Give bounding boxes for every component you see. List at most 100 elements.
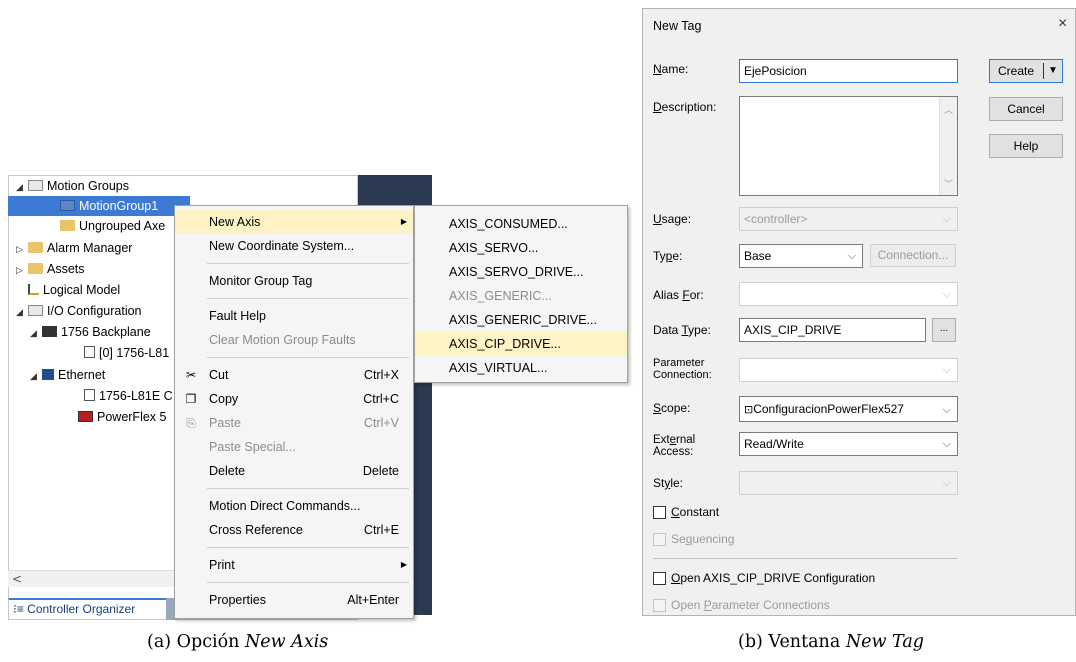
- module-icon: [84, 346, 95, 358]
- logical-model-icon: [28, 284, 39, 295]
- external-access-label: External Access:: [653, 434, 696, 458]
- constant-checkbox[interactable]: [653, 506, 666, 519]
- data-type-browse-button[interactable]: ...: [932, 318, 956, 342]
- chevron-down-icon: ⌵: [942, 477, 951, 489]
- scroll-left-icon[interactable]: <: [12, 571, 24, 588]
- usage-select[interactable]: <controller> ⌵: [739, 207, 958, 231]
- constant-label: Constant: [671, 505, 720, 519]
- scope-select[interactable]: ⊡ConfiguracionPowerFlex527 ⌵: [739, 396, 958, 422]
- tab-controller-organizer[interactable]: ⁝≡ Controller Organizer: [8, 598, 168, 620]
- motion-group-icon: [60, 200, 75, 211]
- menu-item-print[interactable]: Print ▶: [175, 553, 413, 577]
- tree-item-assets[interactable]: ▷ Assets: [16, 259, 85, 279]
- submenu-item-axis-consumed[interactable]: AXIS_CONSUMED...: [415, 212, 627, 236]
- menu-item-copy[interactable]: ❐ Copy Ctrl+C: [175, 387, 413, 411]
- parameter-connection-select[interactable]: ⌵: [739, 358, 958, 382]
- open-configuration-label: Open AXIS_CIP_DRIVE Configuration: [671, 571, 876, 585]
- tree-item-1756-l81[interactable]: [0] 1756-L81: [84, 343, 178, 363]
- tree-item-logical-model[interactable]: Logical Model: [28, 280, 120, 300]
- menu-separator: [207, 357, 409, 358]
- tree-item-1756-l81e[interactable]: 1756-L81E C: [84, 386, 178, 406]
- type-select[interactable]: Base ⌵: [739, 244, 863, 268]
- menu-separator: [207, 582, 409, 583]
- description-scrollbar[interactable]: ︿ ﹀: [939, 97, 957, 195]
- collapse-arrow-icon[interactable]: ◢: [30, 323, 42, 342]
- collapse-arrow-icon[interactable]: ◢: [16, 177, 28, 196]
- menu-item-cross-reference[interactable]: Cross Reference Ctrl+E: [175, 518, 413, 542]
- connection-button[interactable]: Connection...: [870, 244, 956, 267]
- split-divider: [1043, 63, 1044, 79]
- tree-item-ungrouped-axes[interactable]: Ungrouped Axe: [60, 216, 178, 236]
- submenu-item-axis-generic[interactable]: AXIS_GENERIC...: [415, 284, 627, 308]
- description-label: Description:: [653, 100, 717, 114]
- menu-item-clear-motion-group-faults[interactable]: Clear Motion Group Faults: [175, 328, 413, 352]
- menu-item-new-coordinate-system[interactable]: New Coordinate System...: [175, 234, 413, 258]
- close-icon[interactable]: ×: [1058, 15, 1067, 33]
- help-button[interactable]: Help: [989, 134, 1063, 158]
- style-label: Style:: [653, 476, 684, 490]
- submenu-item-axis-servo-drive[interactable]: AXIS_SERVO_DRIVE...: [415, 260, 627, 284]
- chevron-down-icon: ⌵: [942, 438, 951, 450]
- type-label: Type:: [653, 249, 683, 263]
- menu-item-new-axis[interactable]: New Axis ▶: [175, 210, 413, 234]
- expand-arrow-icon[interactable]: ▷: [16, 239, 28, 258]
- alias-for-select[interactable]: ⌵: [739, 282, 958, 306]
- copy-icon: ❐: [185, 392, 197, 406]
- submenu-item-axis-virtual[interactable]: AXIS_VIRTUAL...: [415, 356, 627, 380]
- create-button[interactable]: Create ▼: [989, 59, 1063, 83]
- open-parameter-connections-checkbox[interactable]: [653, 599, 666, 612]
- scope-label: Scope:: [653, 401, 691, 415]
- submenu-arrow-icon: ▶: [400, 560, 407, 569]
- tree-item-powerflex[interactable]: PowerFlex 5: [78, 407, 178, 427]
- dropdown-arrow-icon[interactable]: ▼: [1048, 60, 1058, 82]
- tree-item-1756-backplane[interactable]: ◢ 1756 Backplane: [30, 322, 178, 342]
- name-input[interactable]: EjePosicion: [739, 59, 958, 83]
- menu-item-fault-help[interactable]: Fault Help: [175, 304, 413, 328]
- new-tag-dialog: New Tag × Name: EjePosicion Description:…: [642, 8, 1076, 616]
- submenu-item-axis-cip-drive[interactable]: AXIS_CIP_DRIVE...: [415, 332, 627, 356]
- usage-label: Usage:: [653, 212, 692, 226]
- collapse-arrow-icon[interactable]: ◢: [30, 366, 42, 385]
- folder-open-icon: [28, 305, 43, 316]
- tree-item-alarm-manager[interactable]: ▷ Alarm Manager: [16, 238, 132, 258]
- folder-icon: [60, 220, 75, 231]
- caption-b: (b) Ventana New Tag: [738, 632, 924, 652]
- menu-separator: [207, 298, 409, 299]
- style-select[interactable]: ⌵: [739, 471, 958, 495]
- tree-item-motiongroup1[interactable]: MotionGroup1: [60, 196, 158, 216]
- submenu-arrow-icon: ▶: [400, 217, 407, 226]
- organizer-icon: ⁝≡: [13, 602, 28, 616]
- tree-item-ethernet[interactable]: ◢ Ethernet: [30, 365, 105, 385]
- submenu-item-axis-generic-drive[interactable]: AXIS_GENERIC_DRIVE...: [415, 308, 627, 332]
- menu-item-paste[interactable]: ⎘ Paste Ctrl+V: [175, 411, 413, 435]
- description-textarea[interactable]: ︿ ﹀: [739, 96, 958, 196]
- ethernet-icon: [42, 369, 54, 380]
- menu-item-cut[interactable]: ✂ Cut Ctrl+X: [175, 363, 413, 387]
- open-parameter-connections-label: Open Parameter Connections: [671, 598, 830, 612]
- name-label: Name:: [653, 62, 689, 76]
- scroll-down-icon[interactable]: ﹀: [944, 177, 953, 190]
- expand-arrow-icon[interactable]: ▷: [16, 260, 28, 279]
- menu-item-motion-direct-commands[interactable]: Motion Direct Commands...: [175, 494, 413, 518]
- folder-open-icon: [28, 180, 43, 191]
- menu-item-delete[interactable]: Delete Delete: [175, 459, 413, 483]
- tree-item-io-configuration[interactable]: ◢ I/O Configuration: [16, 301, 142, 321]
- sequencing-checkbox[interactable]: [653, 533, 666, 546]
- folder-icon: [28, 242, 43, 253]
- scroll-up-icon[interactable]: ︿: [944, 103, 953, 116]
- open-configuration-checkbox[interactable]: [653, 572, 666, 585]
- parameter-connection-label: Parameter Connection:: [653, 357, 712, 381]
- scissors-icon: ✂: [185, 368, 197, 382]
- external-access-select[interactable]: Read/Write ⌵: [739, 432, 958, 456]
- tree-item-motion-groups[interactable]: ◢ Motion Groups: [16, 176, 129, 196]
- folder-icon: [28, 263, 43, 274]
- collapse-arrow-icon[interactable]: ◢: [16, 302, 28, 321]
- backplane-icon: [42, 326, 57, 337]
- menu-item-monitor-group-tag[interactable]: Monitor Group Tag: [175, 269, 413, 293]
- data-type-input[interactable]: AXIS_CIP_DRIVE: [739, 318, 926, 342]
- menu-item-properties[interactable]: Properties Alt+Enter: [175, 588, 413, 612]
- chevron-down-icon: ⌵: [942, 288, 951, 300]
- submenu-item-axis-servo[interactable]: AXIS_SERVO...: [415, 236, 627, 260]
- cancel-button[interactable]: Cancel: [989, 97, 1063, 121]
- menu-item-paste-special[interactable]: Paste Special...: [175, 435, 413, 459]
